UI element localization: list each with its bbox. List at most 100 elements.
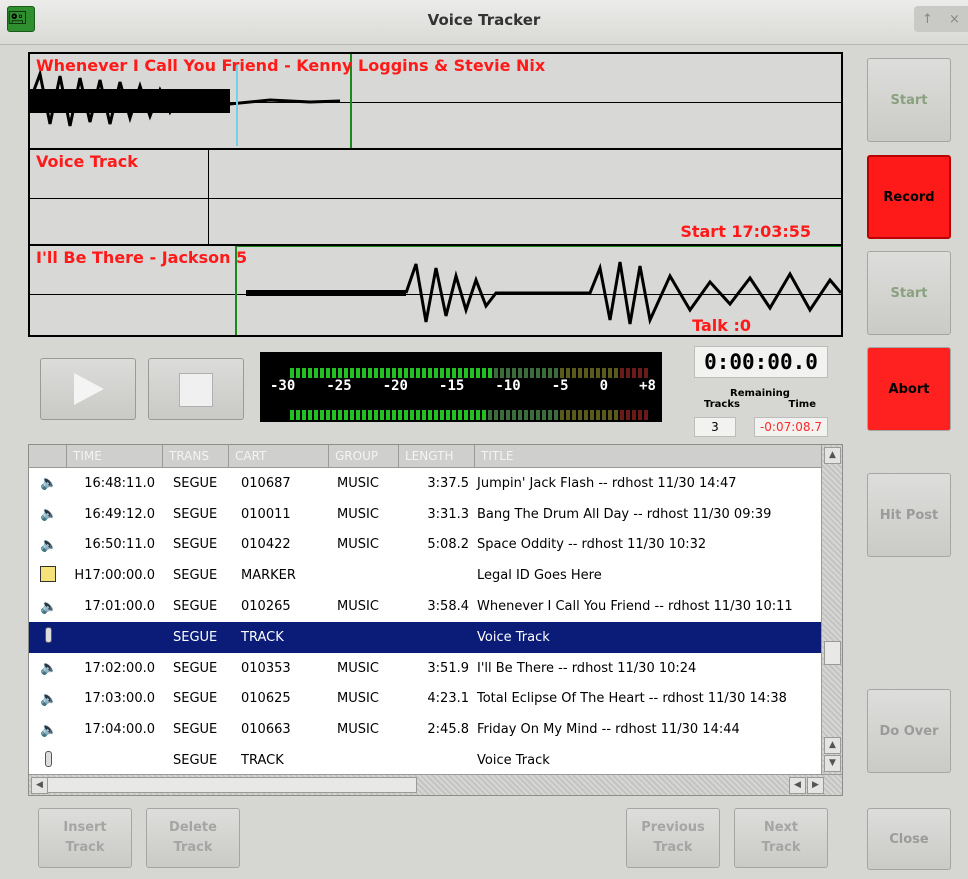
row-group: MUSIC <box>337 537 379 553</box>
scroll-left-icon[interactable]: ◀ <box>31 777 48 794</box>
scroll-thumb[interactable] <box>47 777 417 793</box>
button-label: Previous <box>641 820 705 835</box>
window-title: Voice Tracker <box>427 11 541 29</box>
previous-track-button[interactable]: Previous Track <box>626 808 720 868</box>
row-cart: 010011 <box>241 506 291 522</box>
col-cart-header[interactable]: CART <box>229 445 329 467</box>
row-length: 3:51.9 <box>427 660 469 676</box>
row-trans: SEGUE <box>173 691 218 707</box>
meter-tick: -30 <box>270 378 296 394</box>
waveform-lane-2[interactable]: Voice Track Start 17:03:55 <box>30 150 841 246</box>
row-length: 3:31.3 <box>427 506 469 522</box>
start-button-1[interactable]: Start <box>867 58 951 142</box>
playhead-line[interactable] <box>208 150 209 244</box>
abort-button[interactable]: Abort <box>867 347 951 431</box>
meter-right-bar <box>289 410 648 421</box>
talk-label: Talk :0 <box>692 316 751 335</box>
col-time-header[interactable]: TIME <box>67 445 163 467</box>
start-time-label: Start 17:03:55 <box>680 222 811 241</box>
table-row[interactable]: SEGUE TRACK Voice Track <box>29 621 822 653</box>
waveform-panel[interactable]: Whenever I Call You Friend - Kenny Loggi… <box>28 52 843 337</box>
row-title: Space Oddity -- rdhost 11/30 10:32 <box>477 537 707 553</box>
button-label: Track <box>761 840 801 855</box>
vertical-scrollbar[interactable]: ▲ ▲ ▼ <box>821 445 842 775</box>
insert-track-button[interactable]: Insert Track <box>38 808 132 868</box>
button-label: Track <box>173 840 213 855</box>
audio-meter: L -30 -25 -20 -15 -10 -5 0 +8 R <box>260 352 662 423</box>
close-window-icon[interactable]: × <box>949 12 960 27</box>
scroll-up-icon[interactable]: ▲ <box>824 737 841 754</box>
next-track-button[interactable]: Next Track <box>734 808 828 868</box>
remaining-tracks-value: 3 <box>694 417 736 437</box>
row-time: 17:01:00.0 <box>84 599 155 615</box>
row-title: Bang The Drum All Day -- rdhost 11/30 09… <box>477 506 772 522</box>
close-button[interactable]: Close <box>867 808 951 870</box>
row-time: 17:02:00.0 <box>84 660 155 676</box>
table-row[interactable]: SEGUE TRACK Voice Track <box>29 745 822 776</box>
stop-button[interactable] <box>148 358 244 420</box>
table-row[interactable]: 🔈 17:02:00.0 SEGUE 010353 MUSIC 3:51.9 I'll Be… <box>29 653 822 684</box>
table-row[interactable]: 🔈 17:04:00.0 SEGUE 010663 MUSIC 2:45.8 Friday … <box>29 714 822 745</box>
col-icon-header[interactable] <box>29 445 67 467</box>
waveform-lane-1[interactable]: Whenever I Call You Friend - Kenny Loggi… <box>30 54 841 150</box>
table-row[interactable]: 🔈 16:48:11.0 SEGUE 010687 MUSIC 3:37.5 Jumpin'… <box>29 468 822 499</box>
row-trans: SEGUE <box>173 660 218 676</box>
row-cart: 010663 <box>241 722 291 738</box>
row-trans: SEGUE <box>173 753 218 769</box>
fade-line <box>235 246 841 247</box>
row-cart: 010687 <box>241 475 291 491</box>
start-button-2[interactable]: Start <box>867 251 951 335</box>
meter-tick: +8 <box>639 378 656 394</box>
row-group: MUSIC <box>337 691 379 707</box>
speaker-icon: 🔈 <box>40 721 58 738</box>
col-title-header[interactable]: TITLE <box>475 445 822 467</box>
row-length: 4:23.1 <box>427 691 469 707</box>
row-time: H17:00:00.0 <box>74 568 155 584</box>
meter-right-label: R <box>272 407 280 423</box>
col-length-header[interactable]: LENGTH <box>399 445 475 467</box>
table-row[interactable]: 🔈 16:49:12.0 SEGUE 010011 MUSIC 3:31.3 Bang Th… <box>29 499 822 530</box>
lane-1-title: Whenever I Call You Friend - Kenny Loggi… <box>36 56 546 75</box>
row-cart: 010422 <box>241 537 291 553</box>
scroll-left-icon[interactable]: ◀ <box>789 777 806 794</box>
speaker-icon: 🔈 <box>40 536 58 553</box>
scroll-right-icon[interactable]: ▶ <box>807 777 824 794</box>
row-length: 5:08.2 <box>427 537 469 553</box>
lane-3-title: I'll Be There - Jackson 5 <box>36 248 248 267</box>
table-row[interactable]: 🔈 17:01:00.0 SEGUE 010265 MUSIC 3:58.4 Wheneve… <box>29 591 822 622</box>
row-trans: SEGUE <box>173 629 218 645</box>
row-title: I'll Be There -- rdhost 11/30 10:24 <box>477 660 697 676</box>
log-list[interactable]: TIME TRANS CART GROUP LENGTH TITLE 🔈 16:4… <box>28 444 843 796</box>
col-group-header[interactable]: GROUP <box>329 445 399 467</box>
meter-tick: -10 <box>495 378 521 394</box>
row-cart: 010265 <box>241 599 291 615</box>
speaker-icon: 🔈 <box>40 506 58 523</box>
waveform-lane-3[interactable]: I'll Be There - Jackson 5 Talk :0 <box>30 246 841 335</box>
row-title: Friday On My Mind -- rdhost 11/30 14:44 <box>477 722 740 738</box>
meter-tick: 0 <box>599 378 609 394</box>
record-button[interactable]: Record <box>867 155 951 239</box>
time-heading: Time <box>788 399 816 410</box>
scroll-down-icon[interactable]: ▼ <box>824 755 841 772</box>
table-row[interactable]: H17:00:00.0 SEGUE MARKER Legal ID Goes Here <box>29 560 822 591</box>
row-cart: MARKER <box>241 568 296 584</box>
meter-tick: -5 <box>551 378 569 394</box>
scroll-thumb[interactable] <box>824 641 841 665</box>
horizontal-scrollbar[interactable]: ◀ ◀ ▶ <box>29 774 842 795</box>
scroll-up-icon[interactable]: ▲ <box>824 447 841 464</box>
maximize-icon[interactable]: ↑ <box>922 12 933 27</box>
row-title: Legal ID Goes Here <box>477 568 602 584</box>
col-trans-header[interactable]: TRANS <box>163 445 229 467</box>
elapsed-timer: 0:00:00.0 <box>694 346 828 378</box>
row-length: 2:45.8 <box>427 722 469 738</box>
meter-left-bar <box>289 368 648 379</box>
play-button[interactable] <box>40 358 136 420</box>
lane-axis <box>30 198 841 199</box>
do-over-button[interactable]: Do Over <box>867 689 951 773</box>
delete-track-button[interactable]: Delete Track <box>146 808 240 868</box>
row-cart: 010625 <box>241 691 291 707</box>
table-row[interactable]: 🔈 16:50:11.0 SEGUE 010422 MUSIC 5:08.2 Space O… <box>29 530 822 561</box>
table-row[interactable]: 🔈 17:03:00.0 SEGUE 010625 MUSIC 4:23.1 Total E… <box>29 684 822 715</box>
button-label: Delete <box>169 820 217 835</box>
hit-post-button[interactable]: Hit Post <box>867 473 951 557</box>
